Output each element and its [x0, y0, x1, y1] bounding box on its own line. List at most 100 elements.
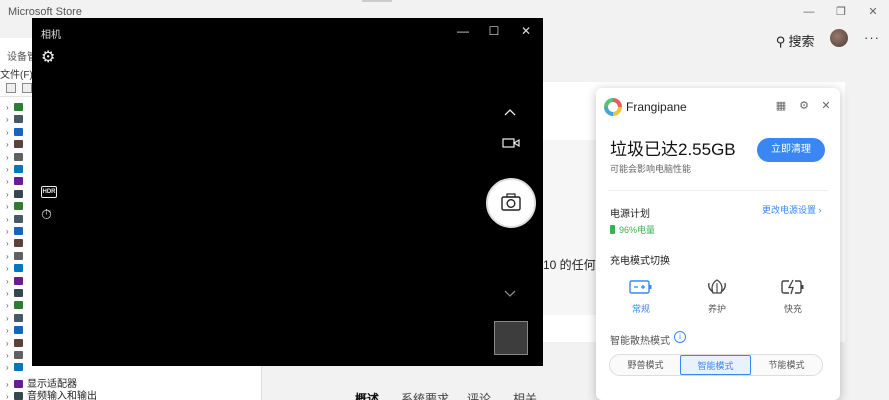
expand-arrow-icon[interactable]: ›: [6, 239, 14, 248]
menu-file[interactable]: 文件(F): [0, 66, 33, 81]
hdr-icon[interactable]: HDR: [41, 186, 57, 198]
camera-window: 相机 — ☐ ✕ ⚙ HDR ⏱: [32, 18, 543, 366]
battery-icon: [610, 225, 615, 234]
power-plan-label: 电源计划: [610, 209, 650, 220]
back-icon[interactable]: [6, 83, 16, 93]
tree-item[interactable]: ›: [6, 214, 27, 226]
device-icon: [14, 140, 23, 149]
tree-item[interactable]: ›: [6, 238, 27, 250]
tree-item[interactable]: ›: [6, 325, 27, 337]
video-mode-icon[interactable]: [502, 136, 520, 150]
tree-item[interactable]: ›: [6, 300, 27, 312]
expand-arrow-icon[interactable]: ›: [6, 115, 14, 124]
expand-arrow-icon[interactable]: ›: [6, 227, 14, 236]
tree-item[interactable]: ›: [6, 189, 27, 201]
chevron-up-icon[interactable]: [503, 106, 517, 120]
tab-overview[interactable]: 概述: [355, 390, 379, 400]
junk-subtitle: 可能会影响电脑性能: [610, 164, 692, 174]
charge-mode-care[interactable]: 养护: [687, 277, 747, 315]
tree-item[interactable]: ›: [6, 362, 27, 374]
popup-close-icon[interactable]: ✕: [819, 99, 833, 113]
expand-arrow-icon[interactable]: ›: [6, 314, 14, 323]
tab-requirements[interactable]: 系统要求: [401, 390, 449, 400]
tree-item[interactable]: ›: [6, 313, 27, 325]
expand-arrow-icon[interactable]: ›: [6, 264, 14, 273]
device-icon: [14, 251, 23, 260]
tree-item[interactable]: ›: [6, 139, 27, 151]
cooling-mode-beast[interactable]: 野兽模式: [610, 355, 681, 375]
expand-arrow-icon[interactable]: ›: [6, 165, 14, 174]
tree-item[interactable]: ›: [6, 201, 27, 213]
device-icon: [14, 313, 23, 322]
expand-arrow-icon[interactable]: ›: [6, 363, 14, 372]
expand-arrow-icon[interactable]: ›: [6, 215, 14, 224]
photo-thumbnail[interactable]: [494, 321, 528, 355]
tree-item[interactable]: ›: [6, 226, 27, 238]
expand-arrow-icon[interactable]: ›: [6, 252, 14, 261]
expand-arrow-icon[interactable]: ›: [6, 140, 14, 149]
expand-arrow-icon[interactable]: ›: [6, 190, 14, 199]
frangipane-popup: Frangipane ▦ ⚙ ✕ 垃圾已达2.55GB 可能会影响电脑性能 立即…: [596, 88, 840, 400]
camera-minimize-icon[interactable]: —: [452, 22, 474, 40]
expand-arrow-icon[interactable]: ›: [6, 277, 14, 286]
info-icon[interactable]: i: [674, 331, 686, 343]
tree-item[interactable]: ›: [6, 276, 27, 288]
close-icon[interactable]: ✕: [860, 3, 886, 21]
expand-arrow-icon[interactable]: ›: [6, 128, 14, 137]
tree-item[interactable]: ›: [6, 127, 27, 139]
camera-maximize-icon[interactable]: ☐: [483, 22, 505, 40]
expand-arrow-icon[interactable]: ›: [6, 103, 14, 112]
fast-charge-icon: [781, 279, 804, 295]
take-photo-button[interactable]: [486, 178, 536, 228]
minimize-icon[interactable]: —: [796, 3, 822, 21]
device-icon: [14, 103, 23, 111]
device-icon: [14, 239, 23, 248]
change-power-settings-link[interactable]: 更改电源设置 ›: [762, 203, 822, 216]
tab-reviews[interactable]: 评论: [467, 390, 491, 400]
device-icon: [14, 115, 23, 124]
expand-arrow-icon[interactable]: ›: [6, 202, 14, 211]
expand-arrow-icon[interactable]: ›: [6, 153, 14, 162]
expand-arrow-icon[interactable]: ›: [6, 177, 14, 186]
mode-label-fast: 快充: [783, 304, 802, 314]
settings-gear-icon[interactable]: ⚙: [41, 49, 55, 67]
charge-mode-fast[interactable]: 快充: [763, 277, 823, 315]
tree-item[interactable]: ›: [6, 176, 27, 188]
expand-arrow-icon[interactable]: ›: [6, 339, 14, 348]
search-button[interactable]: ⚲ 搜索: [776, 31, 815, 50]
expand-arrow-icon[interactable]: ›: [6, 289, 14, 298]
tree-item[interactable]: ›: [6, 114, 27, 126]
avatar[interactable]: [830, 29, 848, 47]
tree-item[interactable]: ›: [6, 338, 27, 350]
tree-item[interactable]: ›: [6, 164, 27, 176]
tree-item[interactable]: ›: [6, 263, 27, 275]
clean-now-button[interactable]: 立即清理: [757, 138, 825, 162]
mode-label-care: 养护: [707, 304, 726, 314]
tree-item[interactable]: ›: [6, 102, 27, 114]
tree-item[interactable]: ›: [6, 350, 27, 362]
expand-arrow-icon[interactable]: ›: [6, 301, 14, 310]
calendar-icon[interactable]: ▦: [774, 99, 788, 113]
chevron-down-icon[interactable]: [503, 286, 517, 300]
tree-item[interactable]: ›: [6, 251, 27, 263]
tree-item[interactable]: ›: [6, 288, 27, 300]
timer-icon[interactable]: ⏱: [41, 206, 52, 223]
settings-icon[interactable]: ⚙: [797, 99, 811, 113]
tree-item[interactable]: ›: [6, 152, 27, 164]
tab-related[interactable]: 相关: [513, 390, 537, 400]
expand-arrow-icon[interactable]: ›: [6, 326, 14, 335]
cooling-mode-eco[interactable]: 节能模式: [751, 355, 822, 375]
tree-item[interactable]: › 音频输入和输出: [6, 387, 97, 400]
cooling-mode-smart[interactable]: 智能模式: [680, 355, 751, 375]
device-icon: [14, 338, 23, 347]
more-icon[interactable]: ···: [864, 30, 880, 45]
device-icon: [14, 289, 23, 297]
forward-icon[interactable]: [22, 83, 32, 93]
restore-icon[interactable]: ❐: [828, 3, 854, 21]
charge-mode-normal[interactable]: 常规: [611, 277, 671, 315]
expand-arrow-icon[interactable]: ›: [6, 351, 14, 360]
tree-item[interactable]: › 显示适配器: [6, 375, 77, 390]
device-icon: [14, 177, 23, 186]
camera-close-icon[interactable]: ✕: [515, 22, 537, 40]
frangipane-logo-icon: [604, 98, 622, 116]
